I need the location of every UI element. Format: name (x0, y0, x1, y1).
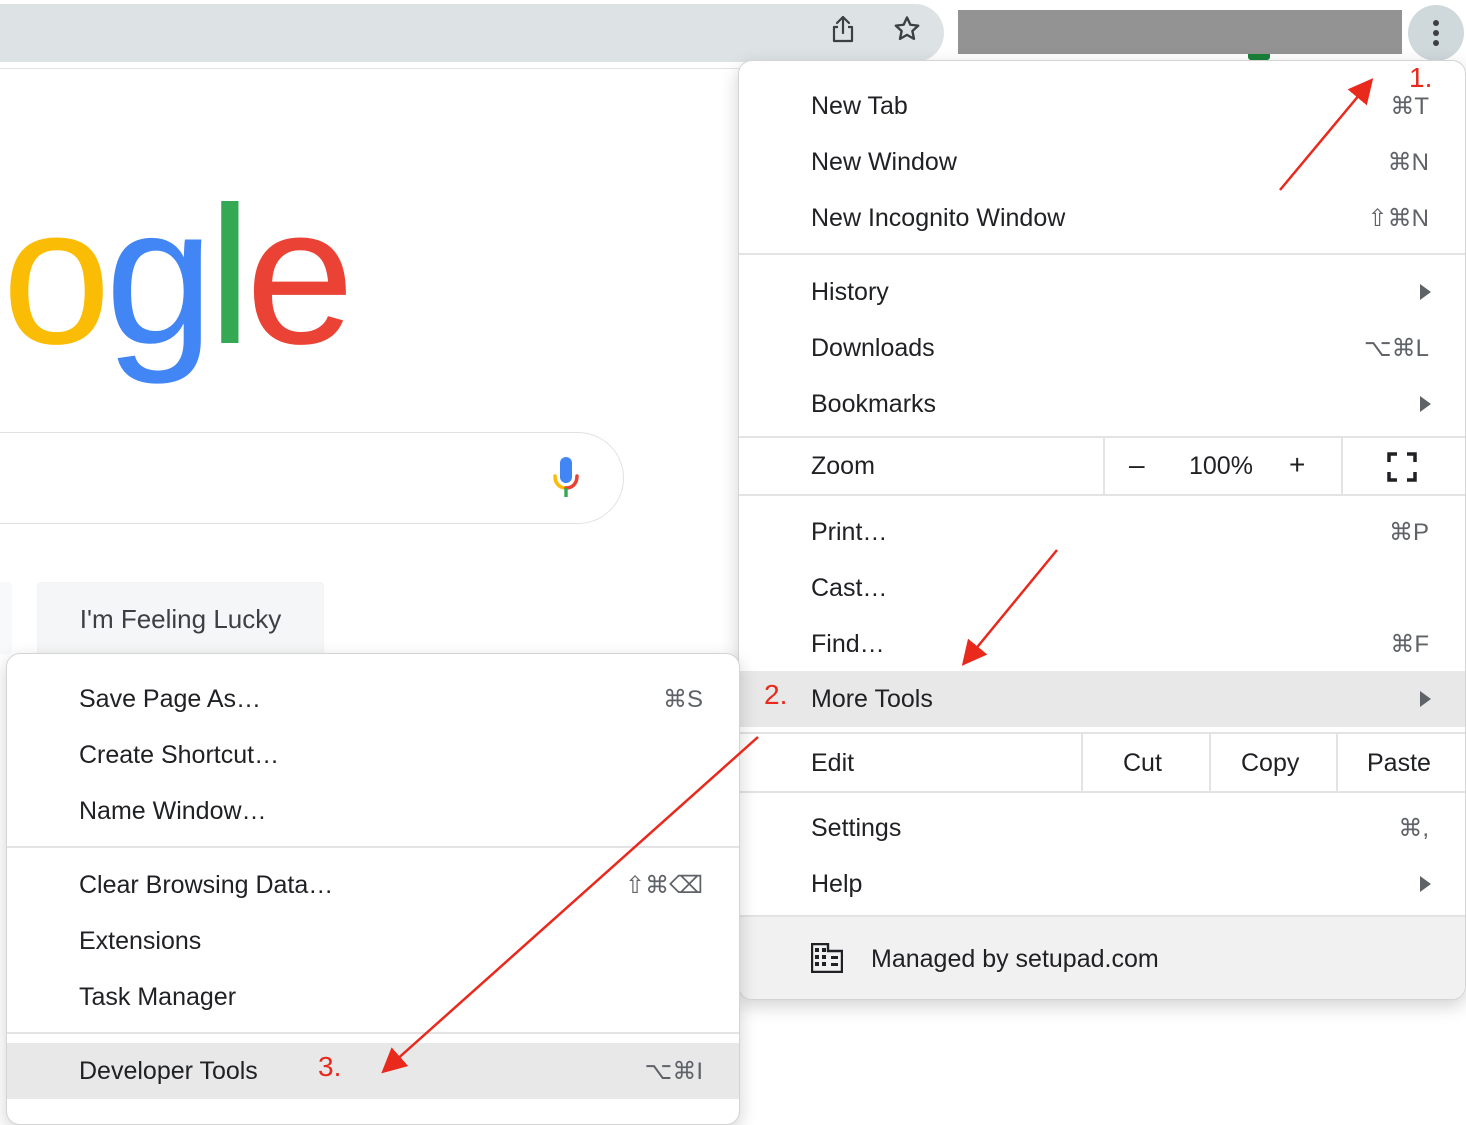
microphone-icon[interactable] (548, 454, 584, 500)
zoom-level: 100% (1189, 452, 1253, 480)
star-icon[interactable] (892, 14, 922, 44)
shortcut-label: ⌘S (662, 685, 703, 713)
menu-item-new-window[interactable]: New Window ⌘N (739, 134, 1465, 190)
menu-divider (739, 494, 1465, 496)
logo-letter-e: e (245, 166, 355, 385)
menu-divider (739, 791, 1465, 793)
share-icon[interactable] (828, 14, 858, 44)
menu-item-label: Find… (811, 629, 885, 658)
shortcut-label: ⌘P (1388, 518, 1429, 546)
search-input[interactable] (0, 432, 624, 524)
menu-item-settings[interactable]: Settings ⌘, (739, 800, 1465, 856)
menu-item-label: Settings (811, 813, 902, 842)
menu-divider (7, 1032, 739, 1034)
zoom-out-button[interactable]: – (1129, 449, 1145, 481)
submenu-item-developer-tools[interactable]: Developer Tools ⌥⌘I (7, 1043, 739, 1099)
toolbar-divider (0, 68, 740, 69)
kebab-menu-icon[interactable] (1408, 5, 1464, 61)
menu-divider (739, 253, 1465, 255)
google-search-button[interactable] (0, 582, 12, 654)
managed-by-label: Managed by setupad.com (871, 945, 1159, 973)
submenu-arrow-icon (1420, 396, 1431, 412)
feeling-lucky-button[interactable]: I'm Feeling Lucky (37, 582, 324, 656)
menu-item-label: Save Page As… (79, 684, 262, 713)
edit-divider (1081, 733, 1083, 791)
address-bar[interactable] (0, 4, 944, 62)
zoom-label: Zoom (811, 452, 875, 480)
browser-toolbar (0, 0, 1466, 68)
submenu-item-create-shortcut[interactable]: Create Shortcut… (7, 727, 739, 783)
menu-item-label: More Tools (811, 684, 933, 713)
edit-row: Edit Cut Copy Paste (739, 733, 1465, 791)
menu-item-label: Name Window… (79, 796, 267, 825)
fullscreen-icon[interactable] (1387, 452, 1417, 482)
edit-label: Edit (811, 749, 855, 777)
shortcut-label: ⌘T (1390, 92, 1429, 120)
logo-letter-l: l (208, 166, 251, 385)
menu-item-label: Cast… (811, 573, 888, 602)
menu-item-downloads[interactable]: Downloads ⌥⌘L (739, 320, 1465, 376)
paste-button[interactable]: Paste (1367, 749, 1431, 778)
menu-item-label: Print… (811, 517, 888, 546)
menu-item-label: Bookmarks (811, 389, 937, 418)
zoom-divider (1103, 437, 1105, 495)
menu-item-print[interactable]: Print… ⌘P (739, 504, 1465, 560)
menu-item-more-tools[interactable]: More Tools (739, 671, 1465, 727)
submenu-item-task-manager[interactable]: Task Manager (7, 969, 739, 1025)
google-logo: ogle (2, 166, 355, 398)
menu-item-new-incognito-window[interactable]: New Incognito Window ⇧⌘N (739, 190, 1465, 246)
logo-letter-o: o (2, 166, 111, 385)
annotation-step-1: 1. (1409, 62, 1433, 93)
shortcut-label: ⌥⌘I (644, 1057, 703, 1085)
menu-item-help[interactable]: Help (739, 856, 1465, 912)
shortcut-label: ⌥⌘L (1363, 334, 1429, 362)
chrome-main-menu: New Tab ⌘T New Window ⌘N New Incognito W… (738, 60, 1466, 1000)
shortcut-label: ⌘N (1387, 148, 1429, 176)
submenu-item-clear-browsing-data[interactable]: Clear Browsing Data… ⇧⌘⌫ (7, 857, 739, 913)
cut-button[interactable]: Cut (1123, 749, 1162, 778)
menu-item-new-tab[interactable]: New Tab ⌘T (739, 78, 1465, 134)
annotation-step-2: 2. (764, 679, 788, 710)
shortcut-label: ⇧⌘⌫ (624, 871, 703, 899)
menu-item-label: Task Manager (79, 982, 237, 1011)
redacted-extensions-area (958, 10, 1402, 54)
zoom-row: Zoom – 100% + (739, 437, 1465, 495)
zoom-divider (1341, 437, 1343, 495)
menu-item-label: New Tab (811, 91, 908, 120)
submenu-item-extensions[interactable]: Extensions (7, 913, 739, 969)
edit-divider (1336, 733, 1338, 791)
submenu-arrow-icon (1420, 284, 1431, 300)
submenu-item-name-window[interactable]: Name Window… (7, 783, 739, 839)
shortcut-label: ⇧⌘N (1367, 204, 1429, 232)
edit-divider (1209, 733, 1211, 791)
menu-item-bookmarks[interactable]: Bookmarks (739, 376, 1465, 432)
menu-item-cast[interactable]: Cast… (739, 560, 1465, 616)
submenu-item-save-page-as[interactable]: Save Page As… ⌘S (7, 671, 739, 727)
menu-item-label: New Incognito Window (811, 203, 1066, 232)
menu-divider (7, 846, 739, 848)
submenu-arrow-icon (1420, 691, 1431, 707)
copy-button[interactable]: Copy (1241, 749, 1299, 778)
menu-item-label: Clear Browsing Data… (79, 870, 334, 899)
menu-item-label: History (811, 277, 889, 306)
menu-item-label: Downloads (811, 333, 935, 362)
logo-letter-g: g (105, 166, 214, 385)
submenu-arrow-icon (1420, 876, 1431, 892)
managed-by-notice[interactable]: Managed by setupad.com (739, 917, 1465, 999)
menu-item-label: Create Shortcut… (79, 740, 280, 769)
annotation-step-3: 3. (318, 1051, 342, 1082)
menu-item-history[interactable]: History (739, 264, 1465, 320)
menu-item-label: Extensions (79, 926, 202, 955)
more-tools-submenu: Save Page As… ⌘S Create Shortcut… Name W… (6, 653, 740, 1125)
zoom-in-button[interactable]: + (1289, 449, 1305, 481)
shortcut-label: ⌘, (1398, 814, 1429, 842)
shortcut-label: ⌘F (1390, 630, 1429, 658)
menu-item-label: Help (811, 869, 863, 898)
menu-item-find[interactable]: Find… ⌘F (739, 616, 1465, 672)
building-icon (810, 942, 844, 974)
menu-item-label: Developer Tools (79, 1056, 258, 1085)
menu-item-label: New Window (811, 147, 957, 176)
